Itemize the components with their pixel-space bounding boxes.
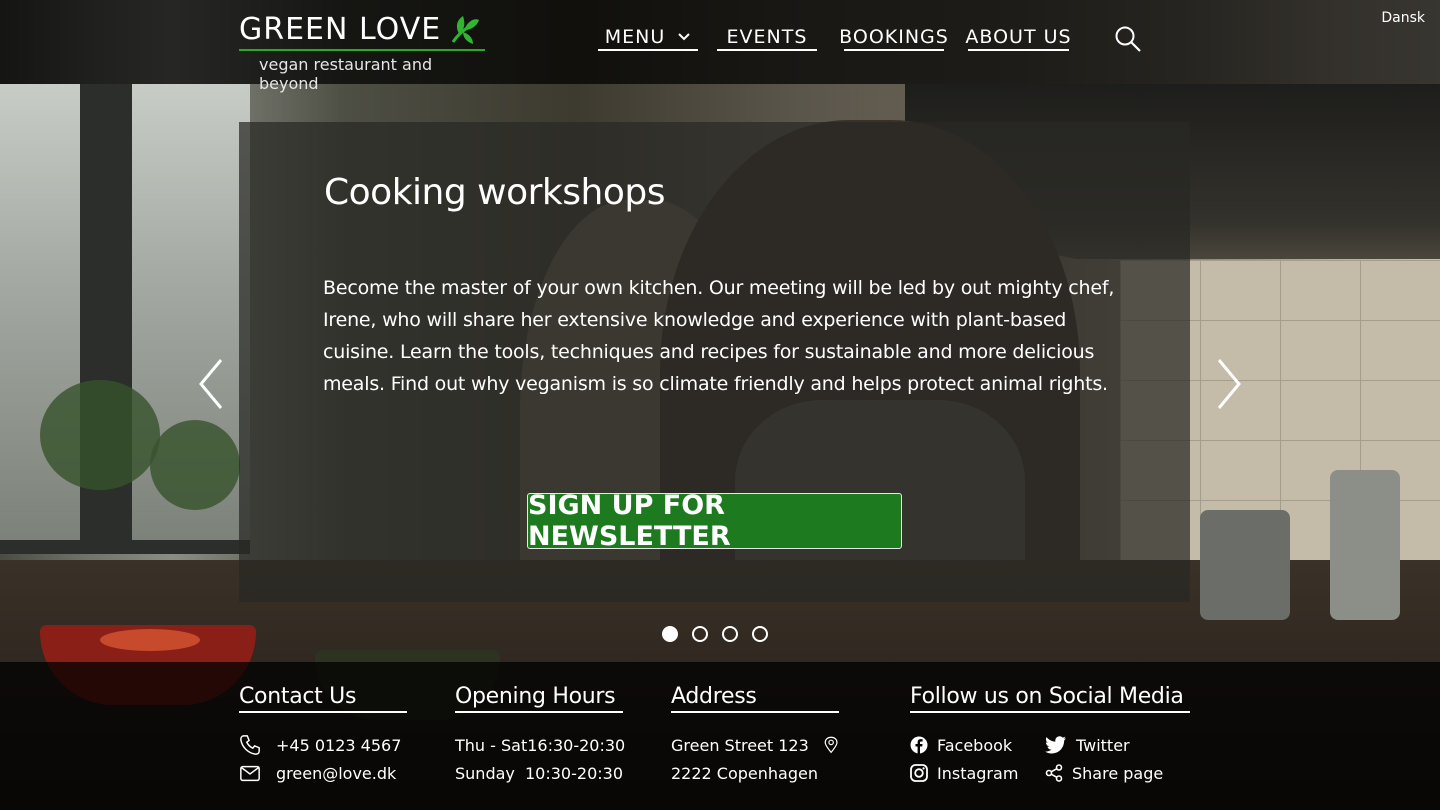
twitter-icon <box>1045 736 1066 754</box>
contact-phone[interactable]: +45 0123 4567 <box>239 731 407 759</box>
site-header: GREEN LOVE vegan restaurant and beyond M… <box>0 0 1440 93</box>
email-address: green@love.dk <box>276 763 397 783</box>
carousel-dot[interactable] <box>692 626 708 642</box>
social-link-label: Instagram <box>937 763 1019 783</box>
location-pin-icon <box>824 736 838 754</box>
jar <box>1200 510 1290 620</box>
address-heading: Address <box>671 684 839 713</box>
hours-row: Sunday 10:30-20:30 <box>455 759 623 787</box>
phone-number: +45 0123 4567 <box>276 735 402 755</box>
contact-heading: Contact Us <box>239 684 407 713</box>
hero-description: Become the master of your own kitchen. O… <box>323 277 1115 395</box>
share-icon <box>1045 764 1063 782</box>
address-line[interactable]: Green Street 123 <box>671 731 839 759</box>
newsletter-signup-button[interactable]: SIGN UP FOR NEWSLETTER <box>527 490 902 552</box>
social-link-twitter[interactable]: Twitter <box>1045 731 1180 759</box>
hours-time: 16:30-20:30 <box>527 735 626 755</box>
instagram-icon <box>910 764 928 782</box>
social-link-label: Facebook <box>937 735 1013 755</box>
logo-underline <box>239 49 485 51</box>
contact-section: Contact Us +45 0123 4567 green@love.dk <box>239 684 407 787</box>
mail-icon <box>240 765 260 782</box>
contact-email[interactable]: green@love.dk <box>239 759 407 787</box>
language-switch[interactable]: Dansk <box>1381 10 1425 26</box>
brand-tagline: vegan restaurant and beyond <box>259 55 433 93</box>
hero-title: Cooking workshops <box>324 172 665 213</box>
carousel-dot[interactable] <box>662 626 678 642</box>
window-sill <box>0 540 250 554</box>
social-heading: Follow us on Social Media <box>910 684 1190 713</box>
hours-day: Sunday <box>455 763 515 783</box>
kettle <box>1330 470 1400 620</box>
hero-slide-card: Cooking workshops Become the master of y… <box>239 122 1190 602</box>
plant <box>150 420 240 510</box>
social-links: Facebook Twitter Instagram Share page <box>910 731 1190 787</box>
carousel-dot[interactable] <box>722 626 738 642</box>
nav-menu[interactable]: MENU <box>598 24 698 51</box>
address-street: Green Street 123 <box>671 735 809 755</box>
facebook-icon <box>910 736 928 754</box>
search-icon[interactable] <box>1114 25 1142 53</box>
nav-about-us[interactable]: ABOUT US <box>965 24 1071 51</box>
plant <box>40 380 160 490</box>
brand-logo[interactable]: GREEN LOVE vegan restaurant and beyond <box>239 12 485 93</box>
chevron-left-icon[interactable] <box>197 358 225 410</box>
carousel-dot[interactable] <box>752 626 768 642</box>
address-city: 2222 Copenhagen <box>671 763 818 783</box>
nav-events[interactable]: EVENTS <box>717 24 817 51</box>
leaf-icon <box>451 16 479 44</box>
site-footer: Contact Us +45 0123 4567 green@love.dk O… <box>0 662 1440 810</box>
nav-menu-label: MENU <box>604 25 666 48</box>
phone-icon <box>240 735 260 755</box>
social-link-facebook[interactable]: Facebook <box>910 731 1045 759</box>
social-link-share[interactable]: Share page <box>1045 759 1180 787</box>
nav-bookings[interactable]: BOOKINGS <box>839 24 948 51</box>
hours-row: Thu - Sat 16:30-20:30 <box>455 731 626 759</box>
social-section: Follow us on Social Media Facebook Twitt… <box>910 684 1190 787</box>
address-line: 2222 Copenhagen <box>671 759 839 787</box>
carousel-indicators <box>662 626 768 642</box>
hours-section: Opening Hours Thu - Sat 16:30-20:30 Sund… <box>455 684 626 787</box>
social-link-label: Share page <box>1072 763 1164 783</box>
hours-time: 10:30-20:30 <box>525 763 623 783</box>
hours-day: Thu - Sat <box>455 735 528 755</box>
hours-heading: Opening Hours <box>455 684 623 713</box>
social-link-instagram[interactable]: Instagram <box>910 759 1045 787</box>
chevron-down-icon <box>678 32 690 40</box>
social-link-label: Twitter <box>1076 735 1130 755</box>
chevron-right-icon[interactable] <box>1215 358 1243 410</box>
address-section: Address Green Street 123 2222 Copenhagen <box>671 684 839 787</box>
